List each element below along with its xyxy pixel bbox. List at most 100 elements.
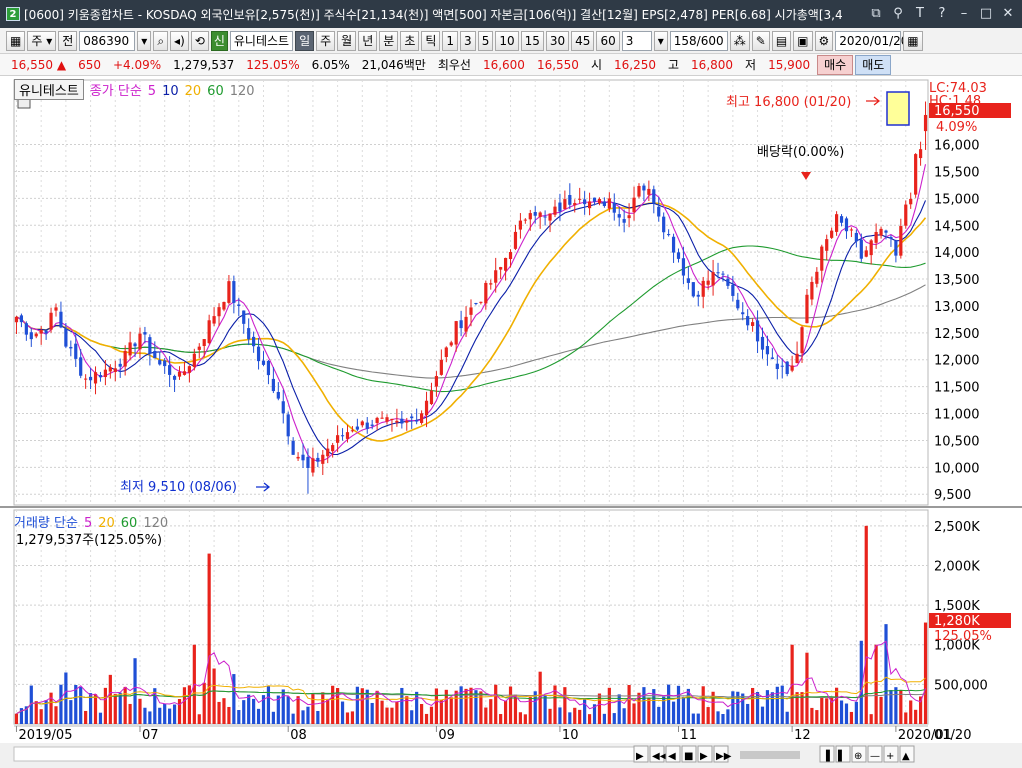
volume-bar: [563, 687, 567, 724]
minute-10-button[interactable]: 10: [495, 30, 519, 51]
candle-body: [168, 365, 172, 375]
volume-bar: [899, 690, 903, 724]
close-icon[interactable]: ✕: [998, 4, 1018, 24]
volume-bar: [54, 706, 58, 724]
candle-body: [261, 360, 266, 365]
chart-svg[interactable]: 9,500 10,000 10,500 11,000 11,500 12,000 12,50…: [0, 77, 1022, 768]
calendar-icon[interactable]: ▦: [903, 30, 923, 51]
chart-area[interactable]: 9,500 10,000 10,500 11,000 11,500 12,000 12,50…: [0, 77, 1022, 768]
history-icon[interactable]: ⟲: [190, 30, 209, 51]
stock-code-input[interactable]: 086390: [79, 30, 136, 51]
legend-stock-name[interactable]: 유니테스트: [14, 79, 84, 100]
tab-tick[interactable]: 틱: [421, 30, 441, 51]
candle-body: [79, 357, 83, 376]
help-icon[interactable]: ?: [932, 4, 952, 24]
data-count-field[interactable]: 158/600: [669, 30, 728, 51]
person-icon[interactable]: ⚲: [888, 4, 908, 24]
price-change: 650: [78, 57, 101, 72]
code-dropdown-button[interactable]: ▾: [137, 30, 152, 51]
prev-button[interactable]: 전: [58, 30, 78, 51]
print-icon[interactable]: ▤: [771, 30, 792, 51]
candle-body: [835, 214, 839, 232]
candle-body: [340, 435, 345, 437]
candle-body: [583, 199, 587, 205]
grid-icon[interactable]: ▦: [6, 30, 26, 51]
minute-15-button[interactable]: 15: [520, 30, 544, 51]
tab-daily[interactable]: 일: [295, 30, 315, 51]
volume-bar: [177, 699, 182, 724]
save-icon[interactable]: ▣: [793, 30, 813, 51]
volume-bar: [306, 706, 310, 724]
candle-body: [88, 376, 93, 381]
volume-bar: [118, 692, 122, 724]
best-bid-value: 16,550: [536, 57, 579, 72]
period-unit-select[interactable]: 주 ▾: [27, 30, 57, 51]
minimize-icon[interactable]: –: [954, 4, 974, 24]
candle-body: [207, 320, 211, 344]
volume-bar: [632, 703, 636, 724]
stock-name-field[interactable]: 유니테스트: [229, 30, 294, 51]
tab-monthly[interactable]: 월: [337, 30, 357, 51]
candle-body: [563, 199, 567, 210]
maximize-icon[interactable]: □: [976, 4, 996, 24]
minute-3-button[interactable]: 3: [460, 30, 476, 51]
x-tick-label: 2019/05: [18, 728, 72, 743]
sell-button[interactable]: 매도: [855, 54, 892, 75]
volume-bar: [696, 713, 700, 724]
minute-dropdown-button[interactable]: ▾: [653, 30, 668, 51]
tab-second[interactable]: 초: [400, 30, 420, 51]
tab-minute[interactable]: 분: [379, 30, 399, 51]
candle-body: [879, 228, 883, 236]
candle-body: [874, 231, 878, 243]
candle-body: [642, 185, 646, 191]
volume-bar: [494, 684, 498, 724]
minute-5-button[interactable]: 5: [477, 30, 494, 51]
open-value: 16,250: [614, 57, 656, 72]
volume-bar: [746, 703, 750, 724]
buy-button[interactable]: 매수: [817, 54, 854, 75]
volume-bar: [232, 674, 236, 724]
tab-weekly[interactable]: 주: [316, 30, 336, 51]
candle-body: [434, 376, 439, 387]
scroll-control-icon: +: [886, 751, 894, 762]
candle-body: [489, 283, 493, 285]
scroll-track: [13, 746, 635, 762]
candle-body: [706, 280, 710, 285]
volume-bar: [518, 712, 523, 724]
speaker-icon[interactable]: ◂): [170, 30, 189, 51]
minute-input[interactable]: 3: [621, 30, 652, 51]
indicator-icon[interactable]: ⁂: [729, 30, 750, 51]
search-icon[interactable]: ⌕: [153, 30, 169, 51]
high-value: 16,800: [691, 57, 734, 72]
minute-45-button[interactable]: 45: [571, 30, 595, 51]
last-price-label: 16,550: [934, 104, 980, 119]
minute-30-button[interactable]: 30: [545, 30, 570, 51]
candle-body: [746, 316, 750, 326]
best-ask-label: 최우선: [437, 58, 471, 72]
minute-60-button[interactable]: 60: [596, 30, 620, 51]
volume-bar: [395, 701, 399, 724]
tool-icon[interactable]: ✎: [751, 30, 770, 51]
date-input[interactable]: 2020/01/20: [835, 30, 908, 51]
volume-bar: [98, 712, 103, 724]
volume-bar: [400, 687, 404, 724]
pin-icon[interactable]: T: [910, 4, 930, 24]
volume-bar: [202, 682, 206, 724]
candle-body: [637, 185, 641, 197]
tab-yearly[interactable]: 년: [358, 30, 378, 51]
link-icon[interactable]: ⧉: [866, 4, 886, 24]
volume-bar: [79, 686, 83, 724]
candle-body: [449, 342, 453, 346]
candle-body: [815, 271, 819, 284]
volume-bar: [187, 685, 191, 724]
settings-icon[interactable]: ⚙: [814, 30, 834, 51]
volume-bar: [469, 687, 473, 724]
minute-1-button[interactable]: 1: [442, 30, 459, 51]
volume-bar: [449, 697, 453, 724]
candle-body: [380, 417, 384, 419]
candle-body: [311, 458, 315, 473]
price-tick-label: 12,500: [934, 327, 980, 342]
new-badge[interactable]: 신: [210, 30, 228, 51]
candle-body: [597, 198, 602, 204]
price-tick-label: 10,000: [934, 461, 980, 476]
